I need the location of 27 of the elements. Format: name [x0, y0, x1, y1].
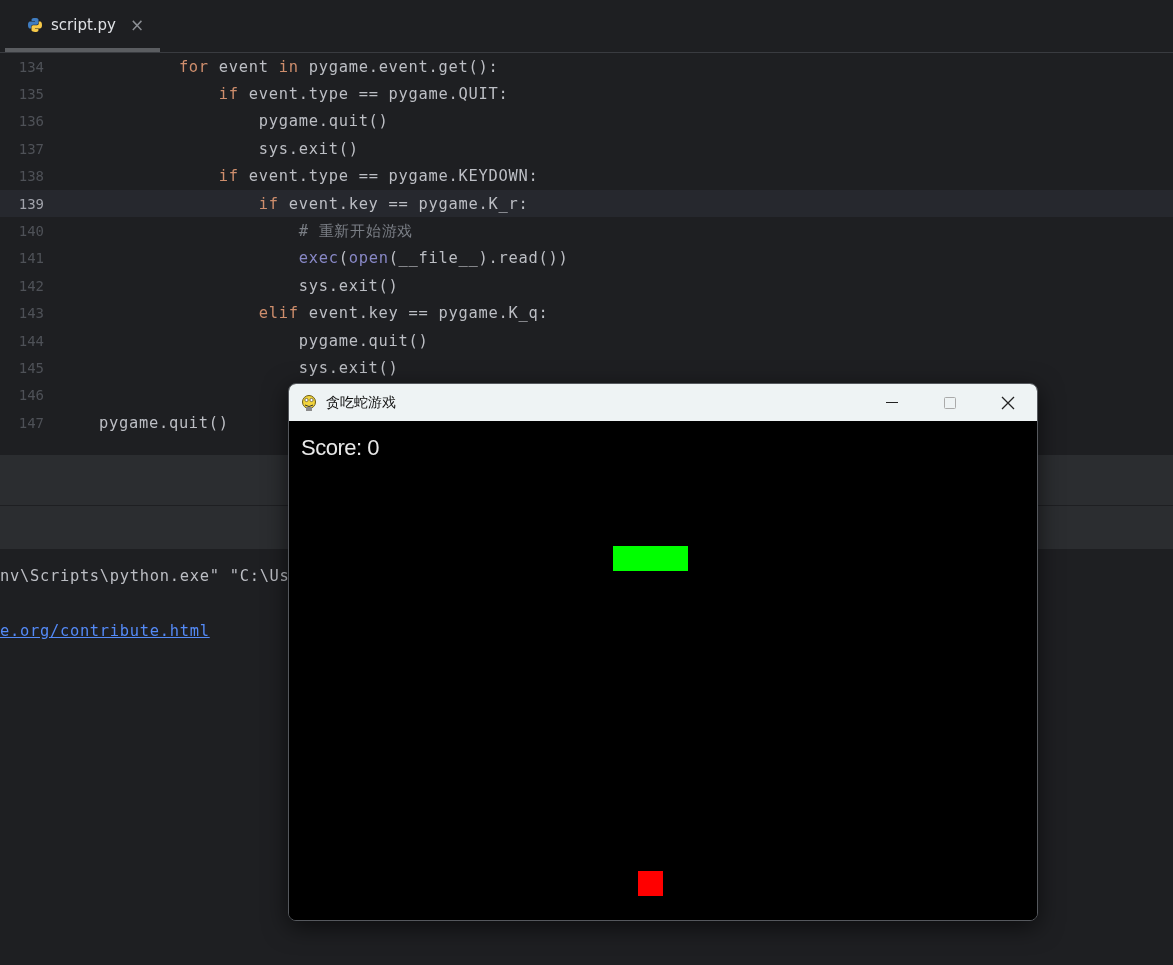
code-line: exec(open(__file__).read()) [297, 249, 569, 268]
code-line: pygame.quit() [99, 413, 229, 432]
line-number: 139 [17, 195, 44, 212]
code-line: pygame.quit() [297, 331, 429, 350]
code-line: sys.exit() [297, 359, 399, 377]
code-line: if event.type == pygame.QUIT: [217, 85, 509, 104]
code-line: pygame.quit() [257, 112, 389, 131]
code-line: elif event.key == pygame.K_q: [257, 304, 549, 323]
console-output: nv\Scripts\python.exe" "C:\Us [0, 566, 291, 587]
close-icon[interactable]: × [129, 15, 145, 35]
python-logo-icon [27, 17, 43, 33]
file-tab[interactable]: script.py × [5, 2, 161, 52]
code-line: for event in pygame.event.get(): [177, 57, 499, 76]
maximize-icon [944, 396, 956, 409]
food-square [638, 871, 663, 896]
close-icon [1001, 395, 1015, 410]
code-line: if event.key == pygame.K_r: [257, 194, 529, 213]
code-line: # 重新开始游戏 [297, 220, 413, 242]
code-line: sys.exit() [257, 139, 359, 158]
window-title: 贪吃蛇游戏 [326, 393, 396, 412]
score-text: Score: 0 [301, 435, 379, 461]
code-line: if event.type == pygame.KEYDOWN: [217, 167, 539, 186]
snake-face-icon [300, 393, 318, 412]
minimize-icon [886, 401, 898, 404]
code-line: sys.exit() [297, 276, 399, 295]
tab-label[interactable]: script.py [51, 16, 116, 34]
console-link[interactable]: e.org/contribute.html [0, 622, 210, 640]
